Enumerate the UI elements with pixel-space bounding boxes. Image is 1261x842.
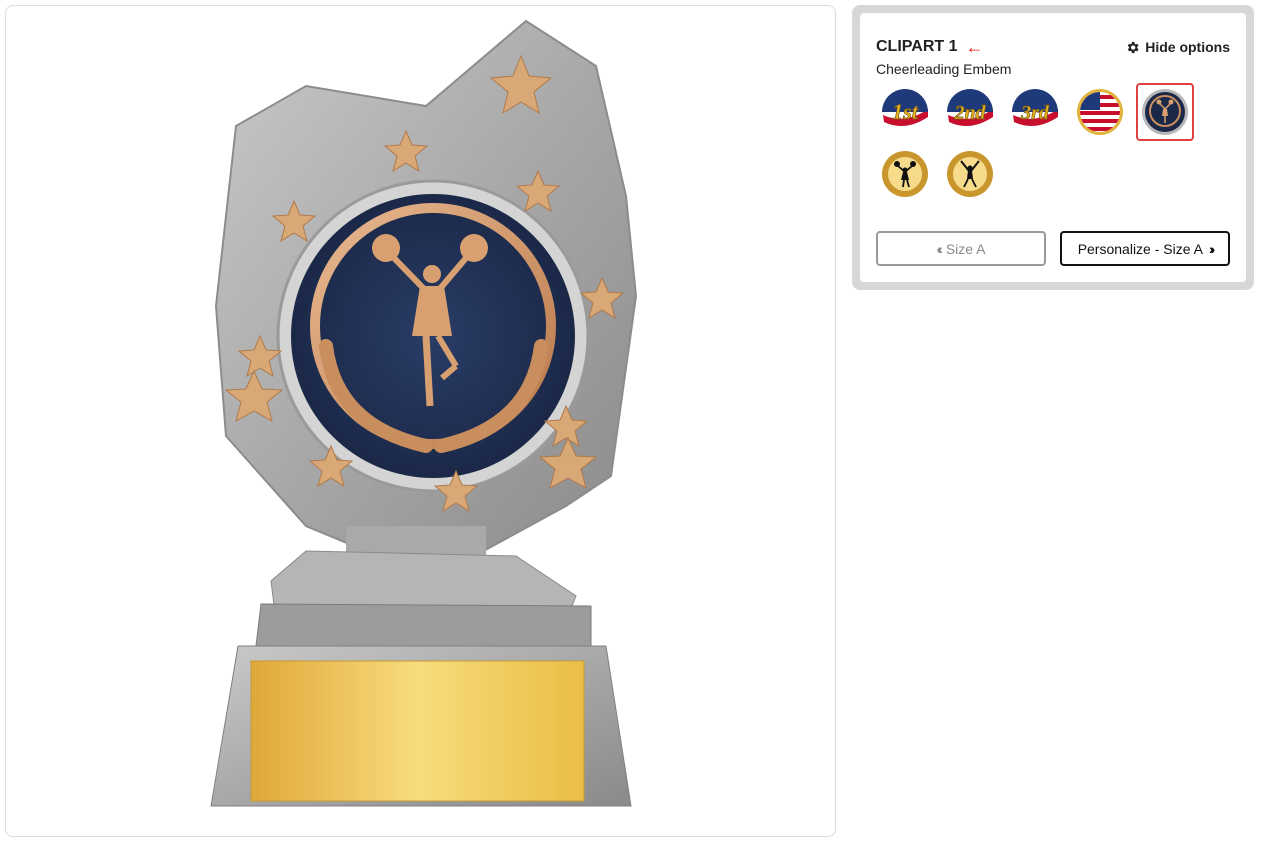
hide-options-label: Hide options xyxy=(1145,39,1230,55)
personalize-label: Personalize - Size A xyxy=(1077,240,1203,257)
previous-size-button[interactable]: ‹‹ Size A xyxy=(876,231,1046,266)
trophy-base-tier2 xyxy=(255,603,592,647)
chevrons-left-icon: ‹‹ xyxy=(936,240,943,257)
options-card: CLIPART 1 ← Cheerleading Embem Hide opti… xyxy=(860,13,1246,282)
gear-icon xyxy=(1127,41,1139,53)
first-place-flag-icon: 1st xyxy=(882,89,928,135)
previous-size-label: Size A xyxy=(945,240,986,257)
svg-text:1st: 1st xyxy=(892,99,919,124)
clipart-title: CLIPART 1 xyxy=(876,38,958,55)
clipart-header: CLIPART 1 ← xyxy=(876,38,983,56)
third-place-flag-icon: 3rd xyxy=(1012,89,1058,135)
cheerleader-gold-icon xyxy=(947,151,993,197)
clipart-option-cheerleader-gold-2[interactable] xyxy=(941,145,999,203)
clipart-option-3rd[interactable]: 3rd xyxy=(1006,83,1064,141)
trophy-image xyxy=(210,19,638,807)
american-flag-icon xyxy=(1077,89,1123,135)
chevrons-right-icon: ›› xyxy=(1208,240,1216,257)
clipart-option-cheerleading-emblem[interactable] xyxy=(1136,83,1194,141)
svg-text:3rd: 3rd xyxy=(1020,102,1050,124)
product-preview xyxy=(5,5,836,837)
clipart-option-cheerleader-gold-1[interactable] xyxy=(876,145,934,203)
clipart-option-2nd[interactable]: 2nd xyxy=(941,83,999,141)
arrow-left-icon[interactable]: ← xyxy=(965,38,983,56)
clipart-option-1st[interactable]: 1st xyxy=(876,83,934,141)
options-panel: CLIPART 1 ← Cheerleading Embem Hide opti… xyxy=(852,5,1254,290)
second-place-flag-icon: 2nd xyxy=(947,89,993,135)
engraving-plate xyxy=(250,660,585,802)
clipart-option-american-flag[interactable] xyxy=(1071,83,1129,141)
personalize-button[interactable]: Personalize - Size A ›› xyxy=(1060,231,1230,266)
svg-text:2nd: 2nd xyxy=(953,102,986,124)
hide-options-button[interactable]: Hide options xyxy=(1125,39,1230,55)
cheerleading-emblem-icon xyxy=(1142,89,1188,135)
cheerleader-gold-icon xyxy=(882,151,928,197)
clipart-selected-name: Cheerleading Embem xyxy=(876,61,1012,77)
